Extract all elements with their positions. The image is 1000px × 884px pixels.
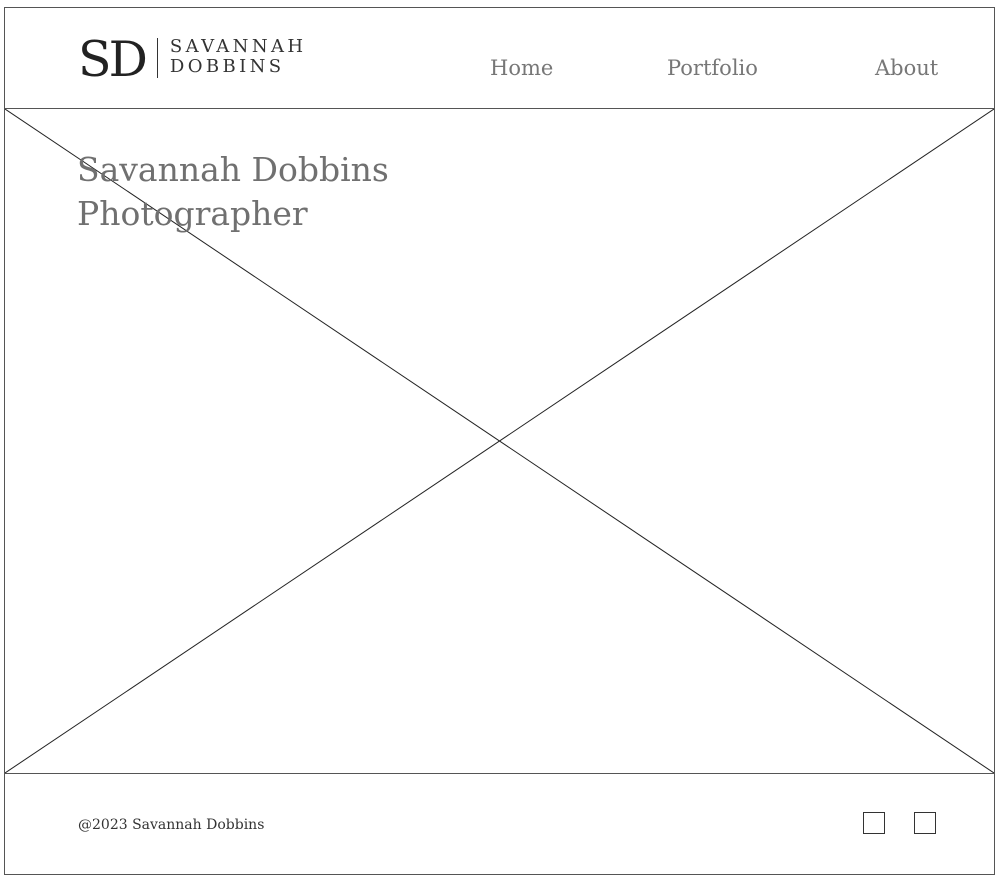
- social-icon[interactable]: [914, 812, 936, 834]
- logo-name-line-1: SAVANNAH: [169, 36, 307, 57]
- site-logo[interactable]: SD SAVANNAH DOBBINS: [78, 30, 306, 86]
- logo-divider: [156, 38, 158, 78]
- logo-name-line-2: DOBBINS: [169, 56, 285, 77]
- logo-monogram: SD: [78, 30, 148, 88]
- page-frame: SD SAVANNAH DOBBINS Home Portfolio About…: [4, 7, 995, 875]
- hero-title: Savannah Dobbins Photographer: [77, 148, 389, 236]
- nav-link-home[interactable]: Home: [490, 55, 553, 81]
- site-footer: @2023 Savannah Dobbins: [5, 774, 994, 874]
- hero-title-role: Photographer: [77, 194, 308, 233]
- social-icon[interactable]: [863, 812, 885, 834]
- hero-title-name: Savannah Dobbins: [77, 150, 389, 189]
- site-header: SD SAVANNAH DOBBINS Home Portfolio About: [5, 8, 994, 109]
- nav-link-portfolio[interactable]: Portfolio: [667, 55, 758, 81]
- copyright-text: @2023 Savannah Dobbins: [78, 817, 265, 833]
- logo-name: SAVANNAH DOBBINS: [170, 37, 307, 77]
- hero-section: Savannah Dobbins Photographer: [5, 109, 994, 774]
- nav-link-about[interactable]: About: [875, 55, 938, 81]
